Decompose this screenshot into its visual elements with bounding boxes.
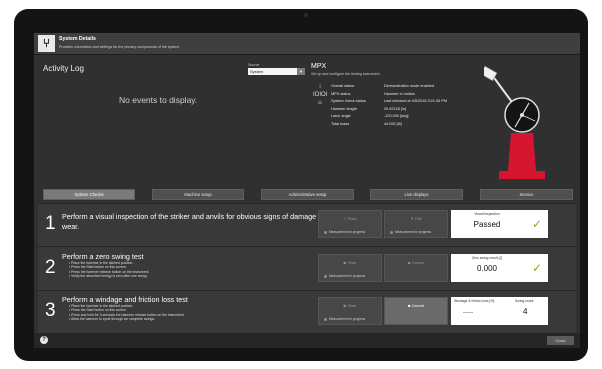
pass-button[interactable]: ✓ Pass Measurement in progress <box>318 210 382 238</box>
visual-inspection-result: Visual inspection Passed ✓ <box>451 210 548 238</box>
zero-swing-result: Zero swing result [J] 0.000 ✓ <box>451 254 548 282</box>
app-screen: ⑂ System Details Provides information an… <box>34 33 580 348</box>
progress-text: Measurement in progress <box>324 274 365 278</box>
step-number: 1 <box>45 213 56 234</box>
cancel-button[interactable]: ■ Cancel <box>384 297 448 325</box>
step-title: Perform a windage and friction loss test <box>62 295 188 304</box>
progress-text: Measurement in progress <box>390 230 431 234</box>
cancel-button[interactable]: ■ Cancel <box>384 254 448 282</box>
mpx-subtitle: Set up and configure the testing instrum… <box>311 72 381 76</box>
play-icon: ▶ Start <box>343 303 357 308</box>
machine-base <box>508 133 536 171</box>
warning-icon: ⚠ <box>317 100 323 106</box>
step-windage-friction: 3 Perform a windage and friction loss te… <box>38 290 576 333</box>
result-caption: Visual inspection <box>474 212 500 216</box>
window-subtitle: Provides information and settings for th… <box>59 45 181 49</box>
machine-foot <box>499 171 545 179</box>
step-number: 3 <box>45 300 56 321</box>
close-icon: ✗ Fail <box>410 216 422 221</box>
step-visual-inspection: 1 Perform a visual inspection of the str… <box>38 203 576 246</box>
instruction-list: Place the hammer in the latched position… <box>69 261 149 279</box>
info-icon: i <box>319 84 321 90</box>
play-icon: ▶ Start <box>343 260 357 265</box>
fail-button[interactable]: ✗ Fail Measurement in progress <box>384 210 448 238</box>
check-icon: ✓ <box>531 261 542 275</box>
result-value: 0.000 <box>476 264 498 273</box>
result-value: ------ <box>463 310 473 316</box>
chevron-down-icon[interactable]: ▼ <box>297 68 305 75</box>
binary-status-icon: IOIOI <box>313 92 328 98</box>
progress-text: Measurement in progress <box>324 317 365 321</box>
result-value: Passed <box>473 220 501 229</box>
check-icon: ✓ <box>531 217 542 231</box>
start-button[interactable]: ▶ Start Measurement in progress <box>318 297 382 325</box>
stop-icon: ■ Cancel <box>408 303 424 308</box>
tab-machine-setup[interactable]: Machine setup <box>152 189 244 200</box>
instruction-list: Place the hammer in the latched position… <box>69 304 185 322</box>
source-label: Source <box>248 63 260 67</box>
start-button[interactable]: ▶ Start Measurement in progress <box>318 254 382 282</box>
step-zero-swing: 2 Perform a zero swing test Place the ha… <box>38 246 576 290</box>
tab-administrative-setup[interactable]: Administrative setup <box>261 189 354 200</box>
stop-icon: ■ Cancel <box>408 260 424 265</box>
result-caption: Windage & friction loss [%] <box>454 299 495 303</box>
camera-dot <box>304 13 308 17</box>
help-icon[interactable]: ? <box>40 336 48 344</box>
step-title: Perform a visual inspection of the strik… <box>62 212 331 231</box>
step-title: Perform a zero swing test <box>62 252 144 261</box>
tab-live-displays[interactable]: Live displays <box>370 189 463 200</box>
tab-bar: System Checks Machine setup Administrati… <box>43 189 573 200</box>
source-select-value: System <box>250 69 264 74</box>
close-button[interactable]: Close <box>547 336 574 345</box>
swing-count-value: 4 <box>523 307 528 316</box>
swing-count-caption: Swing count <box>515 299 534 303</box>
activity-log-title: Activity Log <box>43 64 84 73</box>
progress-text: Measurement in progress <box>324 230 365 234</box>
tab-service[interactable]: Service <box>480 189 573 200</box>
result-caption: Zero swing result [J] <box>471 256 503 260</box>
source-select[interactable]: System ▼ <box>248 68 305 75</box>
step-number: 2 <box>45 257 56 278</box>
mpx-title: MPX <box>311 63 327 70</box>
empty-events-message: No events to display. <box>119 95 198 105</box>
bottom-bar: ? Close <box>34 333 580 348</box>
status-icons: i IOIOI ⚠ <box>313 83 327 107</box>
check-icon: ✓ Pass <box>343 216 357 221</box>
title-bar: ⑂ System Details Provides information an… <box>34 33 580 55</box>
fork-knife-icon: ⑂ <box>38 35 55 52</box>
window-title: System Details <box>59 36 96 42</box>
pendulum-tester-illustration <box>484 65 545 179</box>
windage-friction-result: Windage & friction loss [%] ------ Swing… <box>451 297 548 325</box>
tab-system-checks[interactable]: System Checks <box>43 189 135 200</box>
